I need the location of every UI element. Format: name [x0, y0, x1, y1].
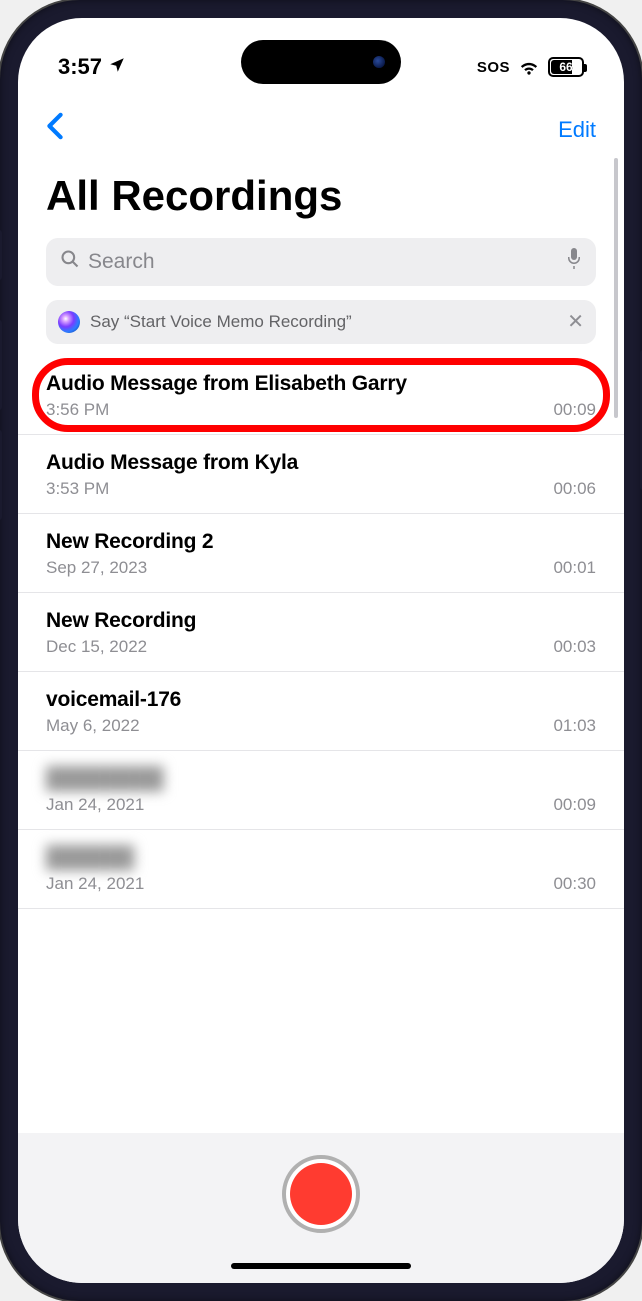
siri-text: Say “Start Voice Memo Recording” — [90, 312, 352, 332]
screen: 3:57 SOS 66 Edit — [18, 18, 624, 1283]
recording-title: New Recording 2 — [46, 530, 596, 554]
record-icon — [290, 1163, 352, 1225]
battery-icon: 66 — [548, 57, 584, 77]
recording-timestamp: Sep 27, 2023 — [46, 558, 147, 578]
recording-duration: 00:09 — [553, 795, 596, 815]
recording-title: Audio Message from Elisabeth Garry — [46, 372, 596, 396]
recording-title: Audio Message from Kyla — [46, 451, 596, 475]
location-icon — [108, 54, 126, 80]
recording-row[interactable]: Audio Message from Elisabeth Garry 3:56 P… — [18, 356, 624, 435]
sos-indicator: SOS — [477, 59, 510, 76]
wifi-icon — [518, 58, 540, 76]
recording-timestamp: Dec 15, 2022 — [46, 637, 147, 657]
recording-row[interactable]: New Recording 2 Sep 27, 2023 00:01 — [18, 514, 624, 593]
phone-frame: 3:57 SOS 66 Edit — [0, 0, 642, 1301]
dictation-icon[interactable] — [566, 248, 582, 276]
status-time: 3:57 — [58, 54, 102, 80]
recording-row[interactable]: voicemail-176 May 6, 2022 01:03 — [18, 672, 624, 751]
siri-icon — [58, 311, 80, 333]
record-button[interactable] — [282, 1155, 360, 1233]
recording-duration: 01:03 — [553, 716, 596, 736]
recording-timestamp: 3:53 PM — [46, 479, 109, 499]
recording-title: ██████ — [46, 846, 596, 870]
recording-timestamp: May 6, 2022 — [46, 716, 140, 736]
content: All Recordings Search Say “Start Voice M… — [18, 158, 624, 1133]
home-indicator[interactable] — [231, 1263, 411, 1269]
edit-button[interactable]: Edit — [558, 117, 596, 143]
toolbar — [18, 1133, 624, 1283]
recording-row[interactable]: New Recording Dec 15, 2022 00:03 — [18, 593, 624, 672]
recording-timestamp: Jan 24, 2021 — [46, 874, 144, 894]
recording-timestamp: Jan 24, 2021 — [46, 795, 144, 815]
close-icon[interactable]: ✕ — [567, 312, 584, 332]
search-input[interactable]: Search — [46, 238, 596, 286]
recording-duration: 00:30 — [553, 874, 596, 894]
nav-bar: Edit — [18, 98, 624, 158]
page-title: All Recordings — [18, 158, 624, 234]
recording-duration: 00:01 — [553, 558, 596, 578]
recording-timestamp: 3:56 PM — [46, 400, 109, 420]
recording-title: voicemail-176 — [46, 688, 596, 712]
recording-title: ████████ — [46, 767, 596, 791]
recording-duration: 00:06 — [553, 479, 596, 499]
dynamic-island — [241, 40, 401, 84]
recordings-list: Audio Message from Elisabeth Garry 3:56 P… — [18, 356, 624, 1133]
recording-row[interactable]: ██████ Jan 24, 2021 00:30 — [18, 830, 624, 909]
recording-duration: 00:09 — [553, 400, 596, 420]
recording-duration: 00:03 — [553, 637, 596, 657]
search-icon — [60, 249, 80, 275]
search-placeholder: Search — [88, 250, 155, 274]
siri-suggestion[interactable]: Say “Start Voice Memo Recording” ✕ — [46, 300, 596, 344]
recording-row[interactable]: Audio Message from Kyla 3:53 PM 00:06 — [18, 435, 624, 514]
recording-row[interactable]: ████████ Jan 24, 2021 00:09 — [18, 751, 624, 830]
recording-title: New Recording — [46, 609, 596, 633]
back-button[interactable] — [46, 112, 64, 148]
